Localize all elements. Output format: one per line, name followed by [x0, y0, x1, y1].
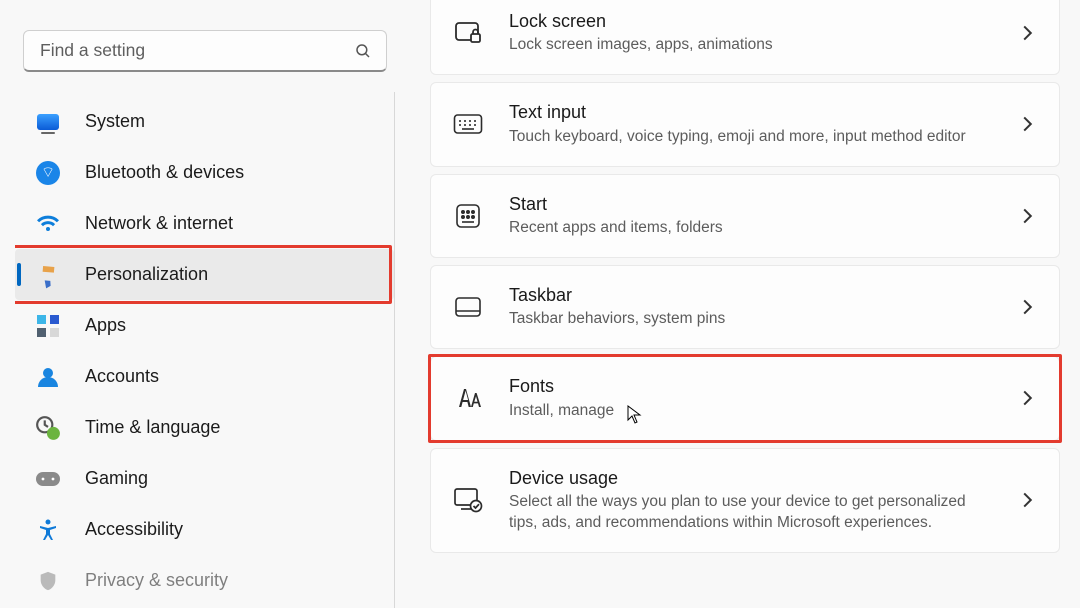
card-start[interactable]: Start Recent apps and items, folders	[430, 174, 1060, 258]
chevron-right-icon	[1022, 24, 1037, 42]
search-input-wrapper[interactable]	[23, 30, 387, 72]
sidebar-item-time-language[interactable]: Time & language	[15, 402, 394, 453]
search-icon	[354, 42, 372, 60]
chevron-right-icon	[1022, 389, 1037, 407]
card-text: Start Recent apps and items, folders	[509, 193, 996, 239]
nav: System ⌔ Bluetooth & devices Network & i…	[15, 92, 395, 608]
sidebar-item-label: Apps	[85, 315, 126, 336]
fonts-icon	[453, 383, 483, 413]
sidebar: System ⌔ Bluetooth & devices Network & i…	[0, 0, 410, 608]
shield-icon	[35, 568, 61, 594]
chevron-right-icon	[1022, 491, 1037, 509]
paintbrush-icon	[35, 262, 61, 288]
card-title: Lock screen	[509, 10, 996, 33]
clock-globe-icon	[35, 415, 61, 441]
card-title: Start	[509, 193, 996, 216]
sidebar-item-label: System	[85, 111, 145, 132]
sidebar-item-system[interactable]: System	[15, 96, 394, 147]
card-fonts[interactable]: Fonts Install, manage	[430, 356, 1060, 440]
card-title: Fonts	[509, 375, 996, 398]
card-text-input[interactable]: Text input Touch keyboard, voice typing,…	[430, 82, 1060, 166]
sidebar-item-label: Accounts	[85, 366, 159, 387]
sidebar-item-apps[interactable]: Apps	[15, 300, 394, 351]
chevron-right-icon	[1022, 207, 1037, 225]
apps-icon	[35, 313, 61, 339]
search-container	[23, 30, 387, 72]
settings-content: Lock screen Lock screen images, apps, an…	[410, 0, 1080, 608]
chevron-right-icon	[1022, 115, 1037, 133]
device-usage-icon	[453, 485, 483, 515]
sidebar-item-network[interactable]: Network & internet	[15, 198, 394, 249]
sidebar-item-gaming[interactable]: Gaming	[15, 453, 394, 504]
card-text: Device usage Select all the ways you pla…	[509, 467, 996, 534]
accessibility-icon	[35, 517, 61, 543]
search-input[interactable]	[38, 39, 354, 62]
person-icon	[35, 364, 61, 390]
lock-screen-icon	[453, 18, 483, 48]
sidebar-item-label: Privacy & security	[85, 570, 228, 591]
sidebar-item-label: Time & language	[85, 417, 220, 438]
chevron-right-icon	[1022, 298, 1037, 316]
card-device-usage[interactable]: Device usage Select all the ways you pla…	[430, 448, 1060, 553]
wifi-icon	[35, 211, 61, 237]
card-subtitle: Lock screen images, apps, animations	[509, 35, 996, 56]
card-title: Device usage	[509, 467, 996, 490]
sidebar-item-label: Personalization	[85, 264, 208, 285]
card-text: Text input Touch keyboard, voice typing,…	[509, 101, 996, 147]
card-title: Text input	[509, 101, 996, 124]
card-text: Fonts Install, manage	[509, 375, 996, 421]
card-subtitle: Taskbar behaviors, system pins	[509, 309, 996, 330]
gamepad-icon	[35, 466, 61, 492]
monitor-icon	[35, 109, 61, 135]
sidebar-item-accessibility[interactable]: Accessibility	[15, 504, 394, 555]
card-title: Taskbar	[509, 284, 996, 307]
sidebar-item-bluetooth[interactable]: ⌔ Bluetooth & devices	[15, 147, 394, 198]
keyboard-icon	[453, 109, 483, 139]
card-subtitle: Touch keyboard, voice typing, emoji and …	[509, 127, 996, 148]
sidebar-item-label: Network & internet	[85, 213, 233, 234]
taskbar-icon	[453, 292, 483, 322]
sidebar-item-label: Bluetooth & devices	[85, 162, 244, 183]
sidebar-item-label: Accessibility	[85, 519, 183, 540]
sidebar-item-personalization[interactable]: Personalization	[15, 249, 394, 300]
card-subtitle: Select all the ways you plan to use your…	[509, 492, 996, 534]
card-taskbar[interactable]: Taskbar Taskbar behaviors, system pins	[430, 265, 1060, 349]
card-text: Taskbar Taskbar behaviors, system pins	[509, 284, 996, 330]
sidebar-item-privacy[interactable]: Privacy & security	[15, 555, 394, 606]
sidebar-item-accounts[interactable]: Accounts	[15, 351, 394, 402]
start-icon	[453, 201, 483, 231]
bluetooth-icon: ⌔	[35, 160, 61, 186]
card-text: Lock screen Lock screen images, apps, an…	[509, 10, 996, 56]
card-subtitle: Recent apps and items, folders	[509, 218, 996, 239]
card-lock-screen[interactable]: Lock screen Lock screen images, apps, an…	[430, 0, 1060, 75]
card-subtitle: Install, manage	[509, 401, 996, 422]
sidebar-item-label: Gaming	[85, 468, 148, 489]
